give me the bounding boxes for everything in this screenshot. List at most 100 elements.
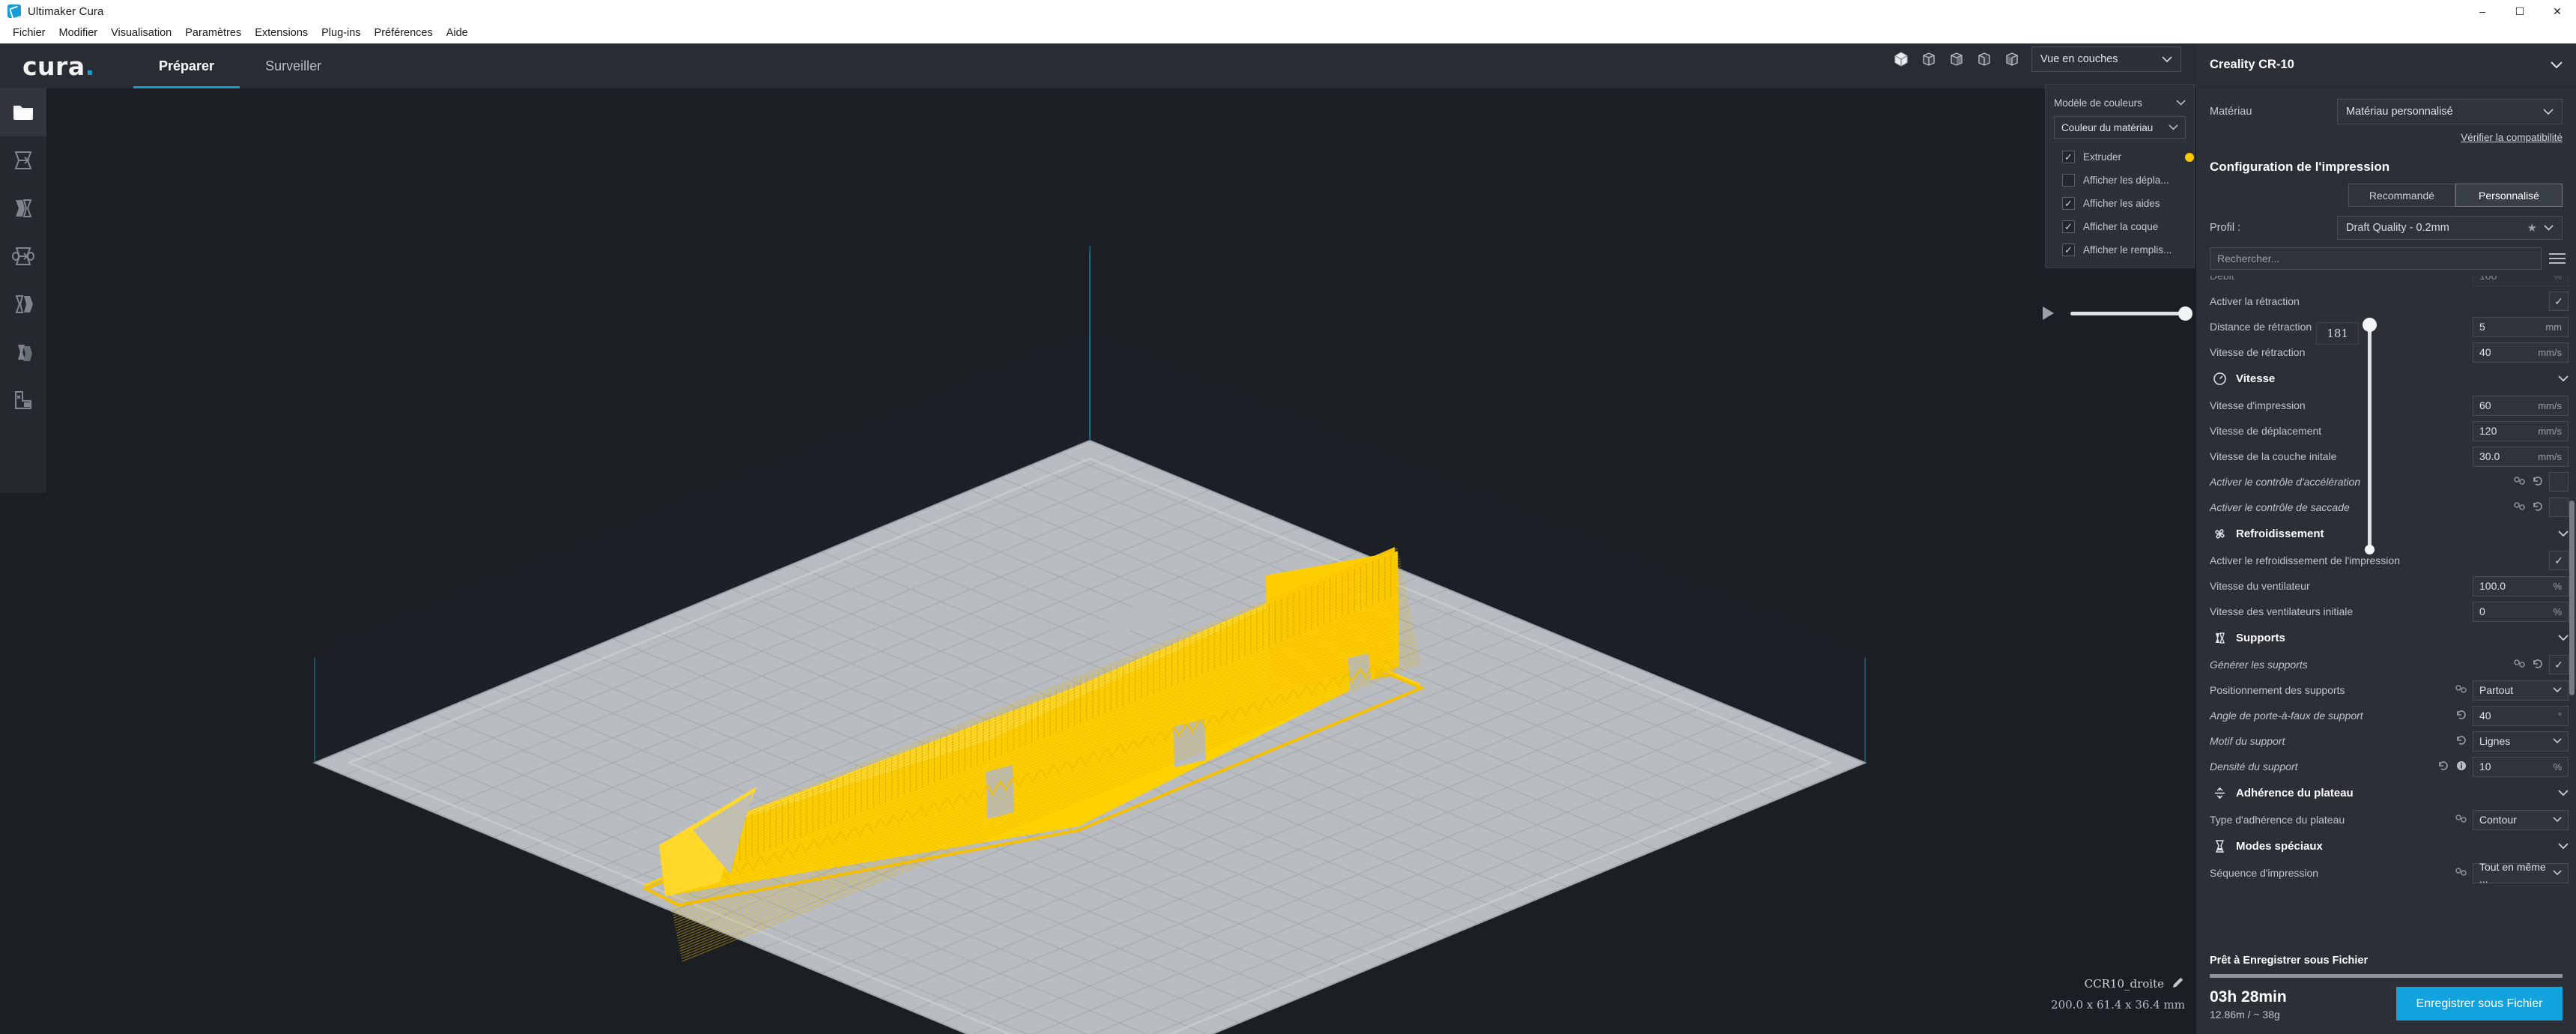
- color-scheme-row[interactable]: Modèle de couleurs: [2046, 92, 2194, 113]
- rotate-tool-icon[interactable]: [0, 232, 46, 280]
- move-tool-icon[interactable]: [0, 136, 46, 184]
- support-blocker-icon[interactable]: [0, 376, 46, 424]
- setting-value-field[interactable]: 100.0%: [2473, 575, 2569, 596]
- chevron-down-icon: [2544, 225, 2554, 231]
- tab-prparer[interactable]: Préparer: [133, 43, 240, 88]
- view-mode-dropdown[interactable]: Vue en couches: [2031, 46, 2181, 72]
- view-left-icon[interactable]: [1976, 51, 1992, 67]
- settings-category-supports[interactable]: Supports: [2210, 624, 2569, 652]
- setting-value-field[interactable]: 100%: [2473, 276, 2569, 286]
- simulation-slider-handle[interactable]: [2178, 306, 2192, 321]
- setting-checkbox-unchecked[interactable]: [2549, 498, 2569, 517]
- menu-preferences[interactable]: Préférences: [368, 25, 440, 42]
- setting-dropdown[interactable]: Lignes: [2473, 731, 2569, 752]
- setting-row: Générer les supports ✓: [2210, 652, 2569, 677]
- setting-checkbox-unchecked[interactable]: [2549, 472, 2569, 492]
- layer-option-row[interactable]: ✓ Afficher les aides: [2046, 192, 2194, 215]
- setting-value: 0: [2479, 605, 2485, 617]
- layer-slider[interactable]: [2363, 318, 2378, 554]
- layer-option-row[interactable]: ✓ Afficher le remplis...: [2046, 238, 2194, 261]
- layer-slider-upper-handle[interactable]: [2363, 318, 2377, 332]
- scale-tool-icon[interactable]: [0, 184, 46, 232]
- setting-value-field[interactable]: 60 mm/s: [2473, 395, 2569, 416]
- pencil-icon[interactable]: [2172, 976, 2185, 992]
- setting-dropdown[interactable]: Tout en même ...: [2473, 861, 2569, 885]
- profile-dropdown[interactable]: Draft Quality - 0.2mm ★: [2337, 216, 2563, 240]
- setting-checkbox-checked[interactable]: ✓: [2549, 655, 2569, 674]
- chevron-down-icon: [2553, 738, 2562, 744]
- view-top-icon[interactable]: [1948, 51, 1965, 67]
- layer-slider-track[interactable]: [2368, 324, 2372, 549]
- revert-icon[interactable]: [2455, 735, 2467, 747]
- settings-category-modesspciaux[interactable]: Modes spéciaux: [2210, 832, 2569, 860]
- settings-category-refroidissement[interactable]: Refroidissement: [2210, 520, 2569, 548]
- menu-modifier[interactable]: Modifier: [52, 25, 105, 42]
- revert-icon[interactable]: [2437, 761, 2449, 773]
- setting-value-field[interactable]: 10%: [2473, 756, 2569, 777]
- window-titlebar: Ultimaker Cura – ☐ ✕: [0, 0, 2576, 22]
- setting-value-field[interactable]: 5 mm: [2473, 316, 2569, 337]
- check-compatibility-link[interactable]: Vérifier la compatibilité: [2210, 132, 2563, 143]
- menu-plugins[interactable]: Plug-ins: [315, 25, 367, 42]
- revert-icon[interactable]: [2455, 710, 2467, 722]
- menu-parametres[interactable]: Paramètres: [178, 25, 248, 42]
- setting-value-field[interactable]: 40 °: [2473, 705, 2569, 726]
- menu-fichier[interactable]: Fichier: [6, 25, 52, 42]
- printer-selector[interactable]: Creality CR-10: [2196, 43, 2576, 87]
- setting-row: Activer le contrôle de saccade: [2210, 495, 2569, 520]
- menu-visualisation[interactable]: Visualisation: [104, 25, 178, 42]
- setting-value-field[interactable]: 30.0 mm/s: [2473, 446, 2569, 467]
- checkbox-checked-icon[interactable]: ✓: [2062, 151, 2075, 163]
- view-right-icon[interactable]: [2004, 51, 2020, 67]
- search-input[interactable]: Rechercher...: [2210, 247, 2542, 270]
- mirror-tool-icon[interactable]: [0, 280, 46, 328]
- mode-recommended-button[interactable]: Recommandé: [2348, 184, 2455, 207]
- color-scheme-value: Couleur du matériau: [2061, 121, 2154, 133]
- close-button[interactable]: ✕: [2539, 0, 2576, 22]
- setting-value: Tout en même ...: [2479, 861, 2546, 885]
- mode-custom-button[interactable]: Personnalisé: [2455, 184, 2563, 207]
- revert-icon[interactable]: [2531, 501, 2544, 513]
- checkbox-checked-icon[interactable]: ✓: [2062, 220, 2075, 233]
- left-toolbar: [0, 88, 46, 493]
- menu-aide[interactable]: Aide: [440, 25, 475, 42]
- main-tabs: Préparer Surveiller: [133, 43, 347, 88]
- checkbox-checked-icon[interactable]: ✓: [2062, 244, 2075, 256]
- minimize-button[interactable]: –: [2464, 0, 2501, 22]
- star-icon: ★: [2527, 222, 2537, 235]
- setting-value-field[interactable]: 40 mm/s: [2473, 342, 2569, 363]
- view-front-icon[interactable]: [1921, 51, 1937, 67]
- setting-value-field[interactable]: 0%: [2473, 601, 2569, 622]
- layer-option-row[interactable]: Afficher les dépla...: [2046, 169, 2194, 192]
- layer-option-row[interactable]: ✓ Afficher la coque: [2046, 215, 2194, 238]
- checkbox-unchecked-icon[interactable]: [2062, 174, 2075, 187]
- tab-surveiller[interactable]: Surveiller: [240, 43, 347, 88]
- simulation-slider[interactable]: [2070, 306, 2192, 321]
- settings-list[interactable]: Débit 100% Activer la rétraction ✓ Distance …: [2196, 276, 2576, 944]
- settings-category-vitesse[interactable]: Vitesse: [2210, 365, 2569, 393]
- layer-option-row[interactable]: ✓ Extruder: [2046, 145, 2194, 169]
- 3d-viewport[interactable]: [0, 88, 2196, 1034]
- settings-scrollbar[interactable]: [2569, 501, 2575, 695]
- checkbox-checked-icon[interactable]: ✓: [2062, 197, 2075, 210]
- maximize-button[interactable]: ☐: [2501, 0, 2539, 22]
- save-to-file-button[interactable]: Enregistrer sous Fichier: [2396, 987, 2563, 1021]
- settings-menu-icon[interactable]: [2549, 253, 2566, 264]
- setting-dropdown[interactable]: Partout: [2473, 680, 2569, 701]
- setting-value-field[interactable]: 120 mm/s: [2473, 420, 2569, 441]
- menu-extensions[interactable]: Extensions: [248, 25, 315, 42]
- setting-checkbox-checked[interactable]: ✓: [2549, 291, 2569, 311]
- layer-slider-lower-handle[interactable]: [2365, 545, 2375, 554]
- color-scheme-dropdown[interactable]: Couleur du matériau: [2054, 116, 2186, 139]
- open-file-icon[interactable]: [0, 88, 46, 136]
- revert-icon[interactable]: [2531, 476, 2544, 488]
- setting-checkbox-checked[interactable]: ✓: [2549, 551, 2569, 570]
- setting-label: Activer le contrôle d'accélération: [2210, 476, 2361, 488]
- setting-dropdown[interactable]: Contour: [2473, 809, 2569, 830]
- view-3d-icon[interactable]: [1893, 51, 1909, 67]
- revert-icon[interactable]: [2531, 659, 2544, 671]
- settings-category-adhrenceduplateau[interactable]: Adhérence du plateau: [2210, 779, 2569, 807]
- per-model-settings-icon[interactable]: [0, 328, 46, 376]
- material-dropdown[interactable]: Matériau personnalisé: [2337, 99, 2563, 124]
- play-icon[interactable]: [2043, 306, 2054, 320]
